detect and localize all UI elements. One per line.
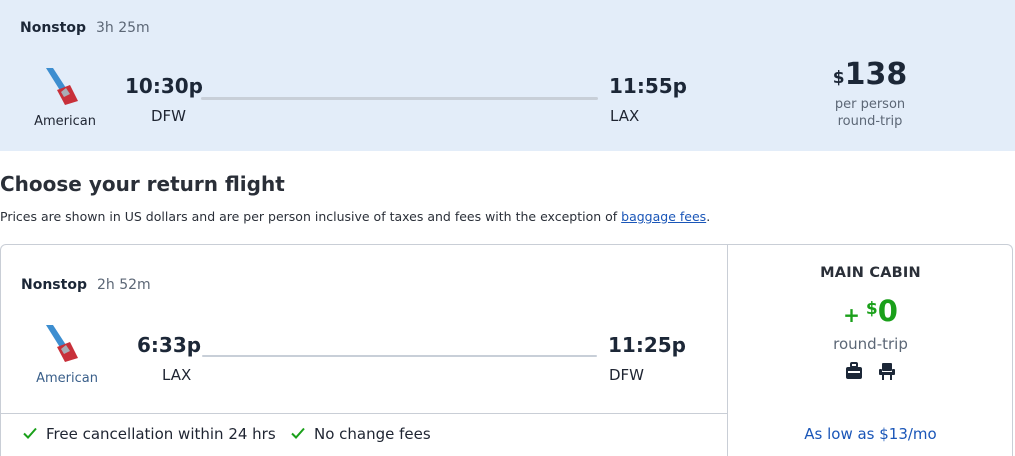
price-disclaimer: Prices are shown in US dollars and are p… — [0, 209, 710, 224]
price-currency: $ — [832, 68, 845, 88]
cabin-amenities — [728, 361, 1013, 381]
cabin-price-currency: $ — [865, 299, 878, 319]
return-airline-name: American — [36, 371, 98, 386]
selected-flight-summary: Nonstop 3h 25m American 10:30p DFW 11:55… — [0, 0, 1015, 151]
return-stops-label: Nonstop — [21, 277, 87, 293]
cabin-price: + $0 — [728, 295, 1013, 333]
american-airlines-logo-icon — [46, 325, 78, 362]
depart-time: 10:30p — [125, 74, 203, 98]
disclaimer-text: Prices are shown in US dollars and are p… — [0, 209, 622, 224]
checkmark-icon — [23, 427, 37, 439]
return-depart-airport: LAX — [162, 366, 192, 384]
price-per-person: per person — [834, 97, 906, 112]
airline-name: American — [34, 114, 96, 129]
stops-label: Nonstop — [20, 20, 86, 36]
cabin-title: MAIN CABIN — [820, 265, 921, 281]
selected-price: $138 per person round-trip — [800, 58, 940, 130]
disclaimer-end: . — [706, 209, 711, 224]
feature-label: No change fees — [314, 425, 431, 443]
checkmark-icon — [291, 427, 305, 439]
main-cabin-option[interactable]: MAIN CABIN + $0 round-trip — [728, 265, 1013, 381]
page-title: Choose your return flight — [0, 172, 285, 196]
american-airlines-logo-icon — [46, 68, 78, 105]
return-arrive-airport: DFW — [609, 366, 645, 384]
price-plus: + — [843, 302, 860, 327]
seat-icon — [879, 362, 895, 380]
card-divider-horizontal — [0, 413, 728, 414]
flight-duration: 3h 25m — [96, 20, 150, 36]
price-round-trip: round-trip — [837, 114, 903, 129]
return-flight-path-line — [202, 355, 597, 357]
flight-path-line — [201, 97, 598, 100]
price-amount: 138 — [844, 57, 908, 92]
feature-free-cancellation: Free cancellation within 24 hrs — [22, 425, 276, 443]
return-arrive-time: 11:25p — [608, 333, 686, 357]
financing-link[interactable]: As low as $13/mo — [728, 425, 1013, 443]
return-depart-time: 6:33p — [137, 333, 202, 357]
cabin-round-trip: round-trip — [833, 334, 908, 353]
carry-on-bag-icon — [846, 361, 862, 379]
cabin-price-amount: 0 — [877, 294, 898, 328]
return-flight-duration: 2h 52m — [97, 277, 151, 293]
price-value: $138 — [800, 58, 940, 96]
feature-no-change-fees: No change fees — [290, 425, 431, 443]
baggage-fees-link[interactable]: baggage fees — [621, 209, 706, 224]
depart-airport: DFW — [151, 107, 187, 125]
feature-label: Free cancellation within 24 hrs — [46, 425, 276, 443]
arrive-time: 11:55p — [609, 74, 687, 98]
arrive-airport: LAX — [610, 107, 640, 125]
